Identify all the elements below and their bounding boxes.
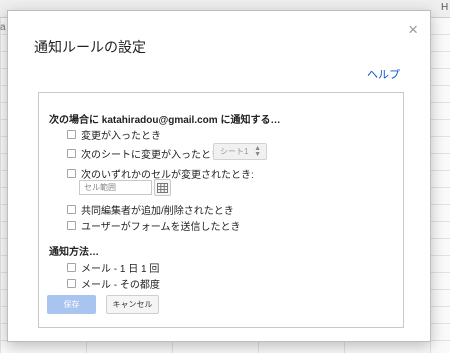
notify-method-heading: 通知方法… bbox=[49, 247, 99, 258]
notify-when-heading: 次の場合に katahiradou@gmail.com に通知する… bbox=[49, 115, 281, 126]
cell-change-checkbox[interactable] bbox=[67, 169, 76, 178]
grid-icon bbox=[157, 182, 168, 193]
sheet-select-value: シート1 bbox=[220, 147, 249, 156]
settings-panel: 次の場合に katahiradou@gmail.com に通知する… 変更が入っ… bbox=[38, 92, 404, 328]
option-sheet-change[interactable]: 次のシートに変更が入ったとき: bbox=[67, 146, 224, 161]
option-label: 変更が入ったとき bbox=[81, 131, 161, 142]
form-submit-checkbox[interactable] bbox=[67, 221, 76, 230]
email-immediately-checkbox[interactable] bbox=[67, 279, 76, 288]
option-label: 次のシートに変更が入ったとき: bbox=[81, 150, 224, 161]
collaborator-change-checkbox[interactable] bbox=[67, 205, 76, 214]
option-form-submit[interactable]: ユーザーがフォームを送信したとき bbox=[67, 218, 241, 233]
option-label: ユーザーがフォームを送信したとき bbox=[81, 222, 241, 233]
notification-rules-dialog: 通知ルールの設定 × ヘルプ 次の場合に katahiradou@gmail.c… bbox=[7, 10, 431, 342]
option-email-daily[interactable]: メール - 1 日 1 回 bbox=[67, 260, 159, 275]
cell-range-input[interactable]: セル範囲 bbox=[79, 180, 152, 195]
option-any-change[interactable]: 変更が入ったとき bbox=[67, 127, 161, 142]
option-label: メール - 1 日 1 回 bbox=[81, 264, 160, 275]
email-daily-checkbox[interactable] bbox=[67, 263, 76, 272]
select-range-button[interactable] bbox=[154, 179, 171, 196]
any-change-checkbox[interactable] bbox=[67, 130, 76, 139]
option-label: メール - その都度 bbox=[81, 280, 160, 291]
option-email-immediately[interactable]: メール - その都度 bbox=[67, 276, 160, 291]
sheet-change-checkbox[interactable] bbox=[67, 149, 76, 158]
cancel-button[interactable]: キャンセル bbox=[106, 295, 159, 314]
option-label: 共同編集者が追加/削除されたとき bbox=[81, 206, 234, 217]
save-button[interactable]: 保存 bbox=[47, 295, 96, 314]
select-arrows-icon: ▲ ▼ bbox=[254, 145, 261, 158]
help-link[interactable]: ヘルプ bbox=[367, 66, 400, 82]
close-icon[interactable]: × bbox=[408, 21, 418, 38]
column-header-h: H bbox=[441, 2, 449, 13]
sheet-select[interactable]: シート1 ▲ ▼ bbox=[213, 143, 267, 160]
option-collaborator-change[interactable]: 共同編集者が追加/削除されたとき bbox=[67, 202, 234, 217]
dialog-title: 通知ルールの設定 bbox=[34, 39, 146, 55]
edge-character: a bbox=[0, 22, 6, 33]
